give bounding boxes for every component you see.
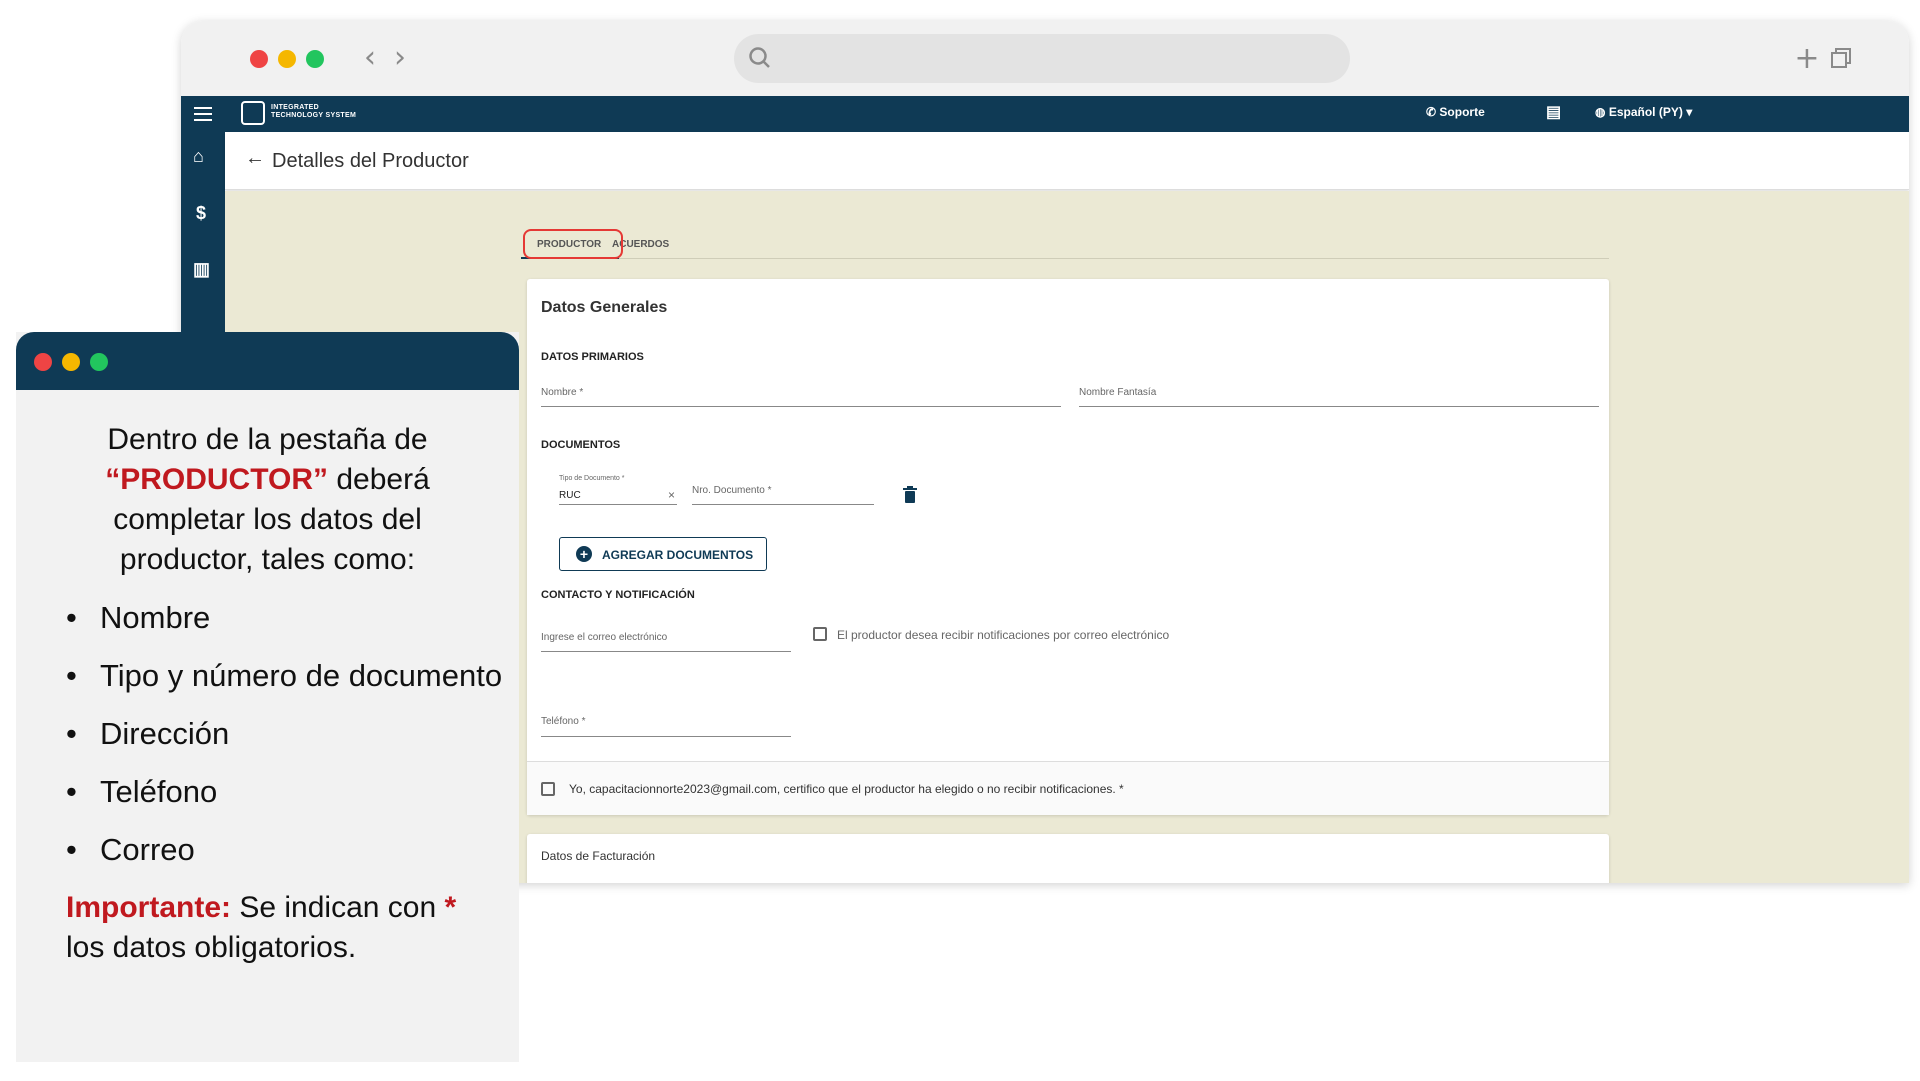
support-link[interactable]: ✆ Soporte [1426,105,1485,119]
menu-icon[interactable] [194,107,212,121]
phone-icon: ✆ [1426,105,1437,119]
browser-toolbar: ‹ › + [181,21,1909,96]
tutorial-intro: Dentro de la pestaña de “PRODUCTOR” debe… [16,420,519,580]
app-bar: INTEGRATED TECHNOLOGY SYSTEM ✆ Soporte ▤… [181,96,1909,132]
brand-name: INTEGRATED TECHNOLOGY SYSTEM [271,104,356,120]
minimize-window-button[interactable] [278,50,296,68]
browser-actions: + [1794,41,1853,76]
tab-bar: PRODUCTOR ACUERDOS [521,223,1609,259]
billing-card: Datos de Facturación [527,834,1609,883]
support-label: Soporte [1439,105,1485,119]
card-title: Datos Generales [541,299,668,316]
certify-label: Yo, capacitacionnorte2023@gmail.com, cer… [569,782,1124,796]
dollar-icon[interactable]: $ [196,203,206,224]
language-selector[interactable]: ◍ Español (PY) ▾ [1595,105,1692,119]
caret-down-icon: ▾ [1686,105,1693,119]
tutorial-dot-yellow [62,353,80,371]
important-text-2: los datos obligatorios. [66,931,357,964]
doc-type-select[interactable]: Tipo de Documento * RUC × [559,475,677,505]
tab-highlight-box [523,229,623,259]
tutorial-dot-red [34,353,52,371]
add-documents-button[interactable]: + AGREGAR DOCUMENTOS [559,537,767,571]
chat-icon[interactable]: ▤ [1546,102,1561,122]
brand-line2: TECHNOLOGY SYSTEM [271,112,357,119]
certify-checkbox[interactable] [541,782,555,796]
clear-icon[interactable]: × [668,488,675,502]
tutorial-text: Dentro de la pestaña de “PRODUCTOR” debe… [16,420,519,968]
tutorial-bullet: Nombre [16,598,519,638]
intro-highlight: “PRODUCTOR” [105,463,329,496]
address-bar[interactable] [734,34,1350,83]
tutorial-panel: Dentro de la pestaña de “PRODUCTOR” debe… [16,332,519,1062]
add-circle-icon: + [576,546,592,562]
brand-logo [241,101,265,125]
certify-row: Yo, capacitacionnorte2023@gmail.com, cer… [527,761,1609,815]
maximize-window-button[interactable] [306,50,324,68]
important-text-1: Se indican con [231,891,445,924]
tutorial-bullet: Tipo y número de documento [16,656,519,696]
nombre-field[interactable]: Nombre * [541,385,1061,407]
globe-icon: ◍ [1595,105,1606,119]
nombre-label: Nombre * [541,387,584,398]
nombre-fantasia-label: Nombre Fantasía [1079,387,1157,398]
nombre-fantasia-field[interactable]: Nombre Fantasía [1079,385,1599,407]
doc-type-label: Tipo de Documento * [559,475,625,482]
notify-email-checkbox[interactable] [813,627,827,641]
tutorial-dot-green [90,353,108,371]
intro-before: Dentro de la pestaña de [107,423,428,456]
important-label: Importante: [66,891,231,924]
contact-section-title: CONTACTO Y NOTIFICACIÓN [541,589,695,601]
chart-icon[interactable]: ▥ [193,259,210,280]
tutorial-important-note: Importante: Se indican con * los datos o… [16,888,519,968]
doc-type-value: RUC [559,490,581,501]
documents-section-title: DOCUMENTOS [541,439,621,451]
trash-icon[interactable] [903,486,917,503]
billing-title: Datos de Facturación [541,849,656,863]
back-arrow-icon[interactable]: ← [245,147,265,170]
phone-label: Teléfono * [541,716,586,727]
notify-email-label: El productor desea recibir notificacione… [837,628,1170,642]
search-icon [749,47,770,68]
new-tab-button[interactable]: + [1794,41,1819,76]
home-icon[interactable]: ⌂ [193,146,204,167]
important-star: * [444,891,457,924]
page-header: ← Detalles del Productor [225,132,1909,190]
doc-number-field[interactable]: Nro. Documento * [692,482,874,505]
tutorial-bullet: Dirección [16,714,519,754]
phone-field[interactable]: Teléfono * [541,712,791,737]
close-window-button[interactable] [250,50,268,68]
tutorial-bullet: Correo [16,830,519,870]
tutorial-panel-header [16,332,519,390]
doc-number-label: Nro. Documento * [692,485,772,496]
forward-nav-button[interactable]: › [394,43,406,73]
tutorial-bullet: Teléfono [16,772,519,812]
back-nav-button[interactable]: ‹ [364,43,376,73]
tabs-icon[interactable] [1829,46,1853,70]
page-title: Detalles del Productor [272,150,469,172]
general-data-card: Datos Generales DATOS PRIMARIOS Nombre *… [527,279,1609,815]
email-placeholder: Ingrese el correo electrónico [541,632,668,643]
email-field[interactable]: Ingrese el correo electrónico [541,627,791,652]
primary-section-title: DATOS PRIMARIOS [541,351,644,363]
language-label: Español (PY) [1608,105,1683,119]
add-documents-label: AGREGAR DOCUMENTOS [602,548,754,562]
brand-line1: INTEGRATED [271,104,319,111]
